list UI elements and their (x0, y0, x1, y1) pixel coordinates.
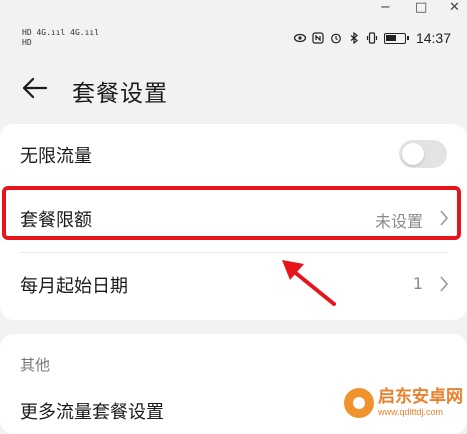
watermark: 启东安卓网 www.qdlttdj.com (344, 388, 463, 418)
signal-indicators: HD 4G.ııl 4G.ııl HD (22, 28, 99, 48)
close-button[interactable]: ✕ (449, 0, 460, 15)
page-header: 套餐设置 (0, 70, 467, 110)
watermark-logo-icon (344, 388, 374, 418)
monthly-start-date-value: 1 (412, 274, 423, 293)
signal-line-2: HD (22, 38, 32, 47)
eye-icon (293, 33, 306, 43)
chevron-right-icon (440, 276, 449, 292)
bluetooth-icon (350, 32, 358, 44)
status-icons: 14:37 (293, 30, 451, 46)
annotation-arrow-icon (282, 260, 336, 306)
monthly-start-date-row[interactable]: 每月起始日期 1 (0, 254, 467, 316)
toggle-knob (402, 143, 424, 165)
unlimited-data-label: 无限流量 (20, 146, 92, 167)
maximize-button[interactable]: □ (415, 0, 427, 15)
alarm-icon (331, 33, 341, 44)
other-settings-card: 其他 更多流量套餐设置 (0, 334, 467, 434)
divider (20, 252, 447, 253)
unlimited-data-row[interactable]: 无限流量 (0, 124, 467, 186)
watermark-url: www.qdlttdj.com (378, 407, 444, 417)
vibrate-icon (366, 32, 378, 44)
back-arrow-icon[interactable] (20, 74, 48, 102)
page-title: 套餐设置 (72, 81, 168, 107)
highlight-box (2, 186, 461, 240)
minimize-button[interactable]: − (380, 0, 391, 15)
status-bar: HD 4G.ııl 4G.ııl HD 14:37 (0, 24, 467, 56)
watermark-name: 启东安卓网 (378, 387, 463, 407)
signal-line-1: HD 4G.ııl 4G.ııl (22, 28, 100, 37)
monthly-start-date-label: 每月起始日期 (20, 276, 128, 297)
unlimited-data-toggle[interactable] (399, 140, 447, 168)
more-plan-settings-item[interactable]: 更多流量套餐设置 (20, 398, 164, 424)
section-header-other: 其他 (20, 356, 51, 374)
battery-icon (383, 32, 409, 44)
nfc-icon (312, 32, 324, 44)
status-time: 14:37 (415, 30, 451, 46)
window-controls: − □ ✕ (0, 0, 467, 18)
